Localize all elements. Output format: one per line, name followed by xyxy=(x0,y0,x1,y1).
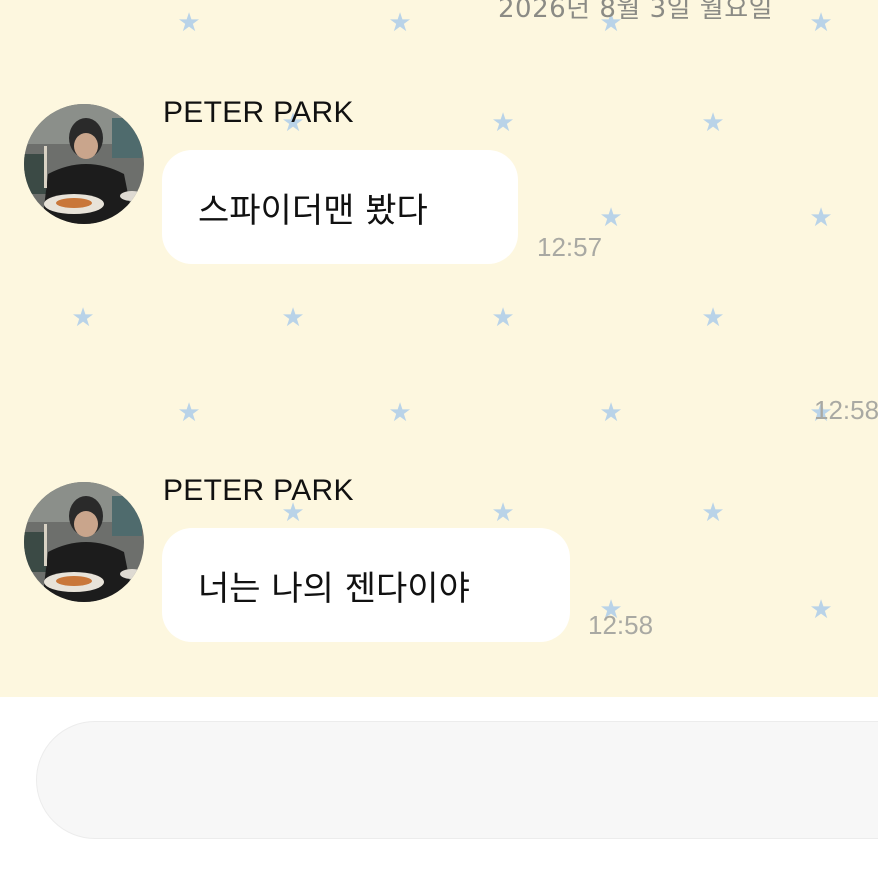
star-icon: ★ xyxy=(599,398,623,428)
sender-name: PETER PARK xyxy=(163,474,354,507)
message-input-bar xyxy=(0,697,878,878)
star-icon: ★ xyxy=(491,498,515,528)
sender-name: PETER PARK xyxy=(163,96,354,129)
star-icon: ★ xyxy=(599,203,623,233)
message-time: 12:57 xyxy=(537,232,603,262)
star-icon: ★ xyxy=(809,595,833,625)
star-icon: ★ xyxy=(177,8,201,38)
chat-screen: ★ ★ ★ ★ ★ ★ ★ ★ ★ ★ ★ ★ ★ ★ ★ ★ ★ ★ ★ ★ … xyxy=(0,0,878,878)
message-time: 12:58 xyxy=(588,610,654,640)
message-bubble[interactable]: 스파이더맨 봤다 xyxy=(162,150,518,264)
star-icon: ★ xyxy=(809,8,833,38)
avatar[interactable] xyxy=(24,482,144,602)
star-icon: ★ xyxy=(388,398,412,428)
star-icon: ★ xyxy=(491,108,515,138)
star-icon: ★ xyxy=(701,108,725,138)
star-icon: ★ xyxy=(281,303,305,333)
star-icon: ★ xyxy=(388,8,412,38)
message-bubble[interactable]: 너는 나의 젠다이야 xyxy=(162,528,570,642)
chat-message-area[interactable]: ★ ★ ★ ★ ★ ★ ★ ★ ★ ★ ★ ★ ★ ★ ★ ★ ★ ★ ★ ★ … xyxy=(0,0,878,697)
star-icon: ★ xyxy=(491,303,515,333)
message-input[interactable] xyxy=(36,721,878,839)
star-icon: ★ xyxy=(701,498,725,528)
star-icon: ★ xyxy=(701,303,725,333)
message-time: 12:58 xyxy=(814,395,878,425)
star-icon: ★ xyxy=(71,303,95,333)
avatar[interactable] xyxy=(24,104,144,224)
star-icon: ★ xyxy=(177,398,201,428)
star-icon: ★ xyxy=(809,203,833,233)
date-header: 2026년 8월 3일 월요일 xyxy=(498,0,774,24)
